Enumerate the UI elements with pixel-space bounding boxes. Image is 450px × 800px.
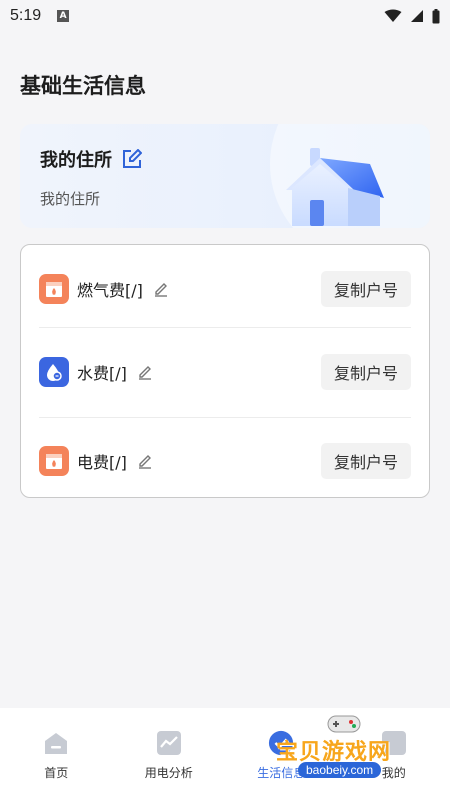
status-time: 5:19 xyxy=(10,7,42,24)
signal-icon xyxy=(411,10,423,22)
home-icon xyxy=(43,730,69,756)
profile-icon xyxy=(381,730,407,756)
house-icon xyxy=(286,148,384,226)
bill-row-electricity: 电费[/] 复制户号 xyxy=(39,417,411,505)
edit-residence-icon[interactable] xyxy=(122,149,142,169)
status-bar: 5:19 A xyxy=(0,0,450,32)
check-circle-icon xyxy=(268,730,294,756)
bill-row-water: 水费[/] 复制户号 xyxy=(39,328,411,416)
battery-icon xyxy=(432,8,440,23)
residence-heading-label: 我的住所 xyxy=(40,150,112,171)
nav-label-home: 首页 xyxy=(44,766,69,780)
bill-label-electricity: 电费[/] xyxy=(77,453,127,472)
edit-pencil-icon[interactable] xyxy=(137,364,153,380)
notification-a-icon: A xyxy=(57,10,70,22)
copy-account-button-water[interactable]: 复制户号 xyxy=(321,354,411,390)
residence-heading: 我的住所 xyxy=(40,146,142,172)
bill-label-water: 水费[/] xyxy=(77,364,127,383)
bills-card: 燃气费[/] 复制户号 水费[/] 复制户号 电费[/] 复制户号 xyxy=(20,244,430,498)
water-icon xyxy=(39,357,69,387)
electricity-icon xyxy=(39,446,69,476)
nav-item-mine[interactable]: 我的 xyxy=(349,730,439,800)
nav-item-life-info[interactable]: 生活信息 xyxy=(236,730,326,800)
edit-pencil-icon[interactable] xyxy=(153,281,169,297)
bill-label-gas: 燃气费[/] xyxy=(77,281,143,300)
wifi-icon xyxy=(384,9,402,22)
nav-label-mine: 我的 xyxy=(381,766,406,780)
residence-card[interactable]: 我的住所 我的住所 xyxy=(20,124,430,228)
residence-subtitle: 我的住所 xyxy=(40,190,101,208)
bill-row-gas: 燃气费[/] 复制户号 xyxy=(39,245,411,333)
copy-account-button-gas[interactable]: 复制户号 xyxy=(321,271,411,307)
nav-item-home[interactable]: 首页 xyxy=(11,730,101,800)
nav-label-life-info: 生活信息 xyxy=(257,766,306,780)
gas-icon xyxy=(39,274,69,304)
edit-pencil-icon[interactable] xyxy=(137,453,153,469)
copy-account-button-electricity[interactable]: 复制户号 xyxy=(321,443,411,479)
page-title: 基础生活信息 xyxy=(20,74,146,98)
bottom-nav: 首页 用电分析 生活信息 我的 xyxy=(0,708,450,800)
nav-item-analysis[interactable]: 用电分析 xyxy=(124,730,214,800)
nav-label-analysis: 用电分析 xyxy=(144,766,193,780)
chart-icon xyxy=(156,730,182,756)
